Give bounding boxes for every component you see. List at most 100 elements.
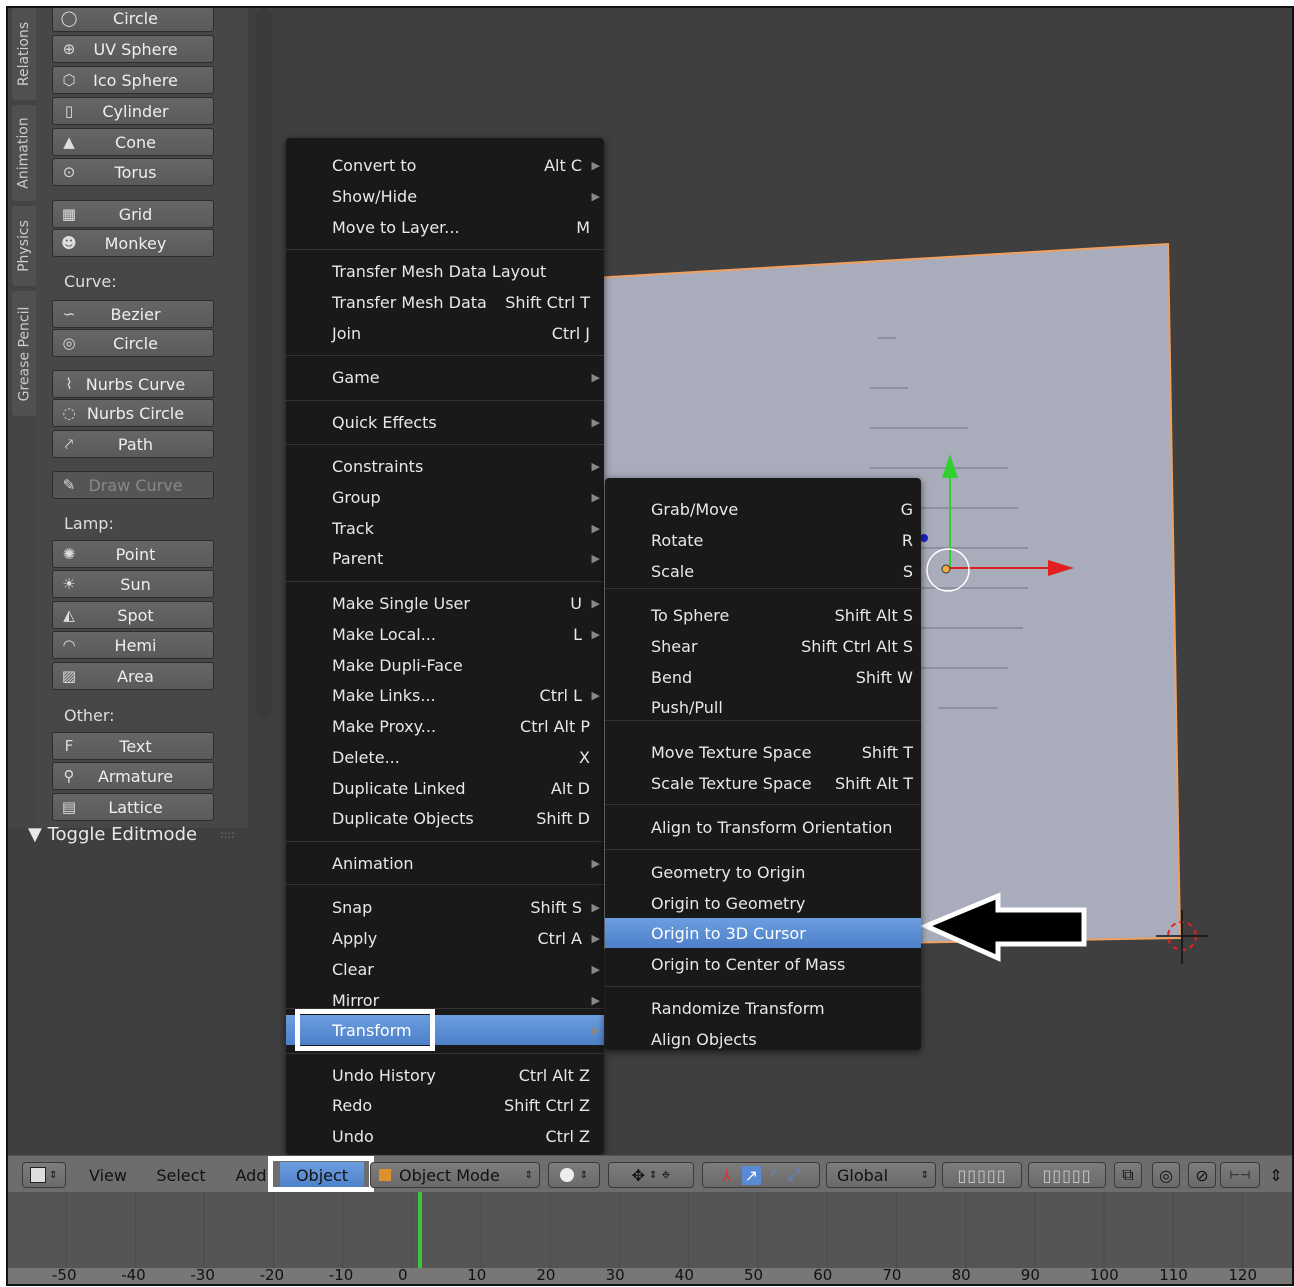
add-nurbs-circle-button[interactable]: ◌ Nurbs Circle	[52, 399, 214, 427]
menu-item-undo-history[interactable]: Undo History Ctrl Alt Z	[286, 1060, 604, 1090]
submenu-item-to-sphere[interactable]: To Sphere Shift Alt S	[605, 600, 921, 630]
menu-item-move-to-layer[interactable]: Move to Layer... M	[286, 212, 604, 242]
menu-separator	[286, 249, 604, 250]
submenu-item-align-to-transform-orientation[interactable]: Align to Transform Orientation	[605, 812, 921, 842]
menu-item-constraints[interactable]: Constraints ▶	[286, 451, 604, 481]
menu-item-make-proxy[interactable]: Make Proxy... Ctrl Alt P	[286, 711, 604, 741]
toolshelf-scrollbar[interactable]	[256, 8, 272, 718]
view-menu[interactable]: View	[88, 1162, 128, 1188]
submenu-item-origin-to-geometry[interactable]: Origin to Geometry	[605, 888, 921, 918]
menu-item-transfer-mesh-data[interactable]: Transfer Mesh Data Shift Ctrl T	[286, 287, 604, 317]
submenu-item-shear[interactable]: Shear Shift Ctrl Alt S	[605, 631, 921, 661]
add-nurbs-curve-button[interactable]: ⌇ Nurbs Curve	[52, 370, 214, 398]
menu-item-make-local[interactable]: Make Local... L ▶	[286, 619, 604, 649]
editor-type-button[interactable]: ⇕	[22, 1162, 66, 1188]
add-armature-button[interactable]: ⚲ Armature	[52, 762, 214, 790]
pivot-point-select[interactable]: ✥ ⇕ ⌖	[608, 1162, 694, 1188]
add-monkey-button[interactable]: ☻ Monkey	[52, 229, 214, 257]
submenu-item-bend[interactable]: Bend Shift W	[605, 662, 921, 692]
menu-item-parent[interactable]: Parent ▶	[286, 543, 604, 573]
frame-tick-label: 120	[1228, 1266, 1258, 1284]
add-ico-sphere-button[interactable]: ⬡ Ico Sphere	[52, 66, 214, 94]
add-path-button[interactable]: ⤤ Path	[52, 430, 214, 458]
tab-relations[interactable]: Relations	[12, 8, 36, 100]
add-circle-button[interactable]: ◯ Circle	[52, 8, 214, 32]
submenu-item-align-objects[interactable]: Align Objects	[605, 1024, 921, 1054]
add-cylinder-button[interactable]: ▯ Cylinder	[52, 97, 214, 125]
submenu-item-rotate[interactable]: Rotate R	[605, 525, 921, 555]
mode-select[interactable]: Object Mode ⇕	[370, 1162, 540, 1188]
add-cone-button[interactable]: ▲ Cone	[52, 128, 214, 156]
submenu-item-scale-texture-space[interactable]: Scale Texture Space Shift Alt T	[605, 768, 921, 798]
menu-item-make-dupli-face[interactable]: Make Dupli-Face	[286, 650, 604, 680]
add-spot-button[interactable]: ◭ Spot	[52, 601, 214, 629]
add-point-button[interactable]: ✺ Point	[52, 540, 214, 568]
transform-manipulators[interactable]: ⅄ ↗ ◜ ⤢	[702, 1162, 820, 1188]
menu-separator	[286, 884, 604, 885]
menu-item-make-links[interactable]: Make Links... Ctrl L ▶	[286, 680, 604, 710]
menu-item-make-single-user[interactable]: Make Single User U ▶	[286, 588, 604, 618]
menu-item-apply[interactable]: Apply Ctrl A ▶	[286, 923, 604, 953]
3d-viewport[interactable]: Relations Animation Physics Grease Penci…	[8, 8, 1292, 1155]
add-hemi-button[interactable]: ◠ Hemi	[52, 631, 214, 659]
menu-item-label: Geometry to Origin	[651, 862, 806, 882]
toggle-editmode-panel[interactable]: ▼ Toggle Editmode ::::	[8, 818, 256, 848]
tab-physics[interactable]: Physics	[12, 206, 36, 286]
more-options-icon[interactable]: ⇕	[1266, 1162, 1286, 1188]
menu-item-clear[interactable]: Clear ▶	[286, 954, 604, 984]
tab-grease-pencil[interactable]: Grease Pencil	[12, 291, 36, 416]
add-text-button[interactable]: F Text	[52, 732, 214, 760]
submenu-arrow-icon: ▶	[591, 551, 600, 565]
menu-item-group[interactable]: Group ▶	[286, 482, 604, 512]
button-label: Ico Sphere	[93, 70, 178, 90]
render-button[interactable]: ◎	[1152, 1162, 1180, 1188]
submenu-item-scale[interactable]: Scale S	[605, 556, 921, 586]
add-uv-sphere-button[interactable]: ⊕ UV Sphere	[52, 35, 214, 63]
menu-item-redo[interactable]: Redo Shift Ctrl Z	[286, 1090, 604, 1120]
submenu-item-geometry-to-origin[interactable]: Geometry to Origin	[605, 857, 921, 887]
snap-toggle-button[interactable]: ⊘	[1188, 1162, 1216, 1188]
scale-manipulator-icon: ⤢	[787, 1165, 801, 1184]
add-circle-button[interactable]: ◎ Circle	[52, 329, 214, 357]
menu-item-duplicate-linked[interactable]: Duplicate Linked Alt D	[286, 773, 604, 803]
viewport-shading-select[interactable]: ⇕	[548, 1162, 600, 1188]
submenu-item-origin-to-3d-cursor[interactable]: Origin to 3D Cursor	[605, 918, 921, 948]
add-sun-button[interactable]: ☀ Sun	[52, 570, 214, 598]
menu-item-duplicate-objects[interactable]: Duplicate Objects Shift D	[286, 803, 604, 833]
menu-item-quick-effects[interactable]: Quick Effects ▶	[286, 407, 604, 437]
menu-item-label: Make Single User	[332, 593, 470, 613]
add-bezier-button[interactable]: ∽ Bezier	[52, 300, 214, 328]
orientation-select[interactable]: Global ⇕	[826, 1162, 936, 1188]
menu-item-transfer-mesh-data-layout[interactable]: Transfer Mesh Data Layout	[286, 256, 604, 286]
submenu-item-grab-move[interactable]: Grab/Move G	[605, 494, 921, 524]
add-grid-button[interactable]: ▦ Grid	[52, 200, 214, 228]
menu-item-shortcut: Shift W	[855, 667, 913, 687]
menu-item-undo[interactable]: Undo Ctrl Z	[286, 1121, 604, 1151]
layers-row-1[interactable]: ▯▯▯▯▯	[942, 1162, 1022, 1188]
snap-element-select[interactable]: ⊢⊣	[1220, 1162, 1260, 1188]
menu-item-delete[interactable]: Delete... X	[286, 742, 604, 772]
add-area-button[interactable]: ▨ Area	[52, 662, 214, 690]
tab-animation[interactable]: Animation	[12, 105, 36, 201]
button-label: Grid	[118, 204, 153, 224]
menu-item-track[interactable]: Track ▶	[286, 513, 604, 543]
layers-row-2[interactable]: ▯▯▯▯▯	[1028, 1162, 1106, 1188]
drag-handle-icon[interactable]: ::::	[220, 828, 235, 841]
submenu-item-push-pull[interactable]: Push/Pull	[605, 692, 921, 722]
menu-item-show-hide[interactable]: Show/Hide ▶	[286, 181, 604, 211]
select-menu[interactable]: Select	[154, 1162, 208, 1188]
submenu-item-move-texture-space[interactable]: Move Texture Space Shift T	[605, 737, 921, 767]
menu-item-join[interactable]: Join Ctrl J	[286, 318, 604, 348]
submenu-item-randomize-transform[interactable]: Randomize Transform	[605, 993, 921, 1023]
menu-item-snap[interactable]: Snap Shift S ▶	[286, 892, 604, 922]
menu-item-convert-to[interactable]: Convert to Alt C ▶	[286, 150, 604, 180]
submenu-item-origin-to-center-of-mass[interactable]: Origin to Center of Mass	[605, 949, 921, 979]
menu-item-animation[interactable]: Animation ▶	[286, 848, 604, 878]
add-draw-curve-button[interactable]: ✎ Draw Curve	[52, 471, 214, 499]
timeline[interactable]: -50 -40 -30 -20 -10 0 10 20 30 40 50 60 70 80 90 100 110…	[8, 1192, 1292, 1284]
lock-layers-button[interactable]: ⧉	[1114, 1162, 1142, 1188]
menu-item-game[interactable]: Game ▶	[286, 362, 604, 392]
add-lattice-button[interactable]: ▤ Lattice	[52, 793, 214, 821]
add-torus-button[interactable]: ⊙ Torus	[52, 158, 214, 186]
add-menu[interactable]: Add	[234, 1162, 268, 1188]
